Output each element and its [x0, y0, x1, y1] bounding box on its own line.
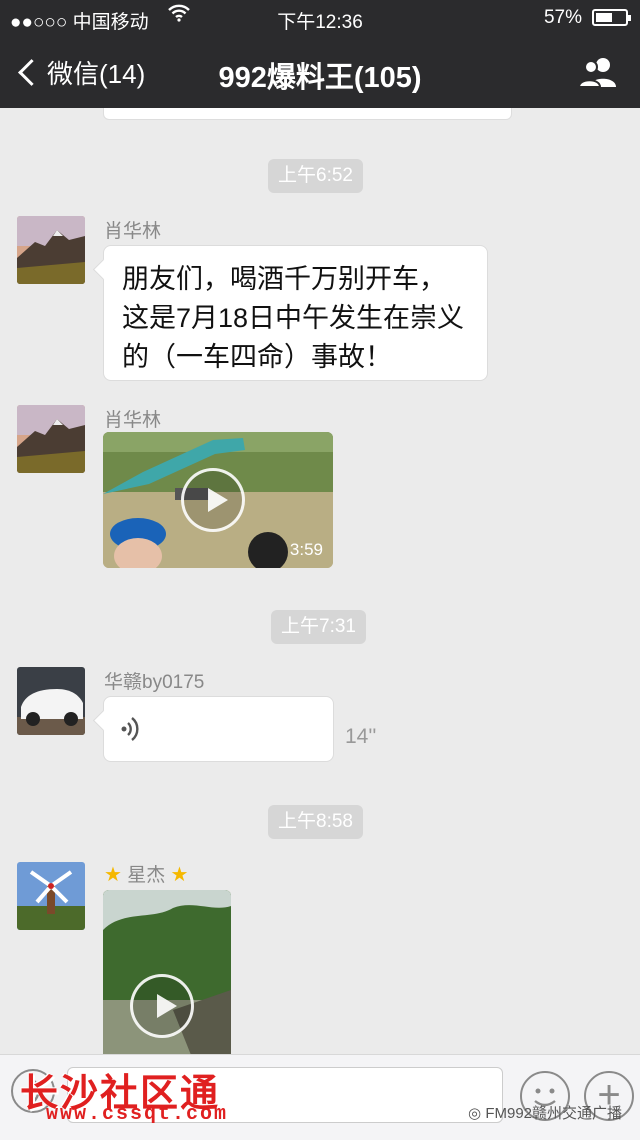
battery-percent: 57% — [543, 7, 582, 28]
star-emoji-icon: ★ — [170, 864, 189, 886]
chat-area[interactable]: 上午6:52 肖华林 朋友们，喝酒千万别开车， 这是7月18日中午发生在崇义 的… — [0, 108, 640, 1054]
watermark-source-text: FM992赣州交通广播 — [485, 1105, 622, 1122]
timestamp: 上午8:58 — [268, 805, 363, 839]
wechat-logo-icon: ◎ — [468, 1105, 482, 1122]
watermark-site-url: www.cssqt.com — [46, 1103, 229, 1126]
voice-wave-icon — [120, 715, 142, 748]
star-emoji-icon: ★ — [104, 864, 122, 886]
sender-name: 肖华林 — [104, 410, 162, 431]
video-duration: 3:59 — [289, 540, 323, 559]
message-line: 这是7月18日中午发生在崇义 — [122, 303, 465, 333]
avatar[interactable] — [17, 667, 85, 735]
voice-message-bubble[interactable] — [103, 696, 334, 762]
voice-length: 14'' — [345, 725, 377, 748]
video-message[interactable] — [103, 890, 231, 1054]
avatar[interactable] — [17, 862, 85, 930]
sender-name: 华赣by0175 — [104, 672, 205, 693]
avatar[interactable] — [17, 216, 85, 284]
play-icon[interactable] — [130, 974, 194, 1038]
play-icon[interactable] — [181, 468, 245, 532]
avatar[interactable] — [17, 405, 85, 473]
sender-name: ★ 星杰 ★ — [104, 860, 188, 887]
watermark-source: ◎ FM992赣州交通广播 — [468, 1102, 622, 1123]
group-members-icon[interactable] — [577, 56, 620, 88]
chat-title: 992爆料王(105) — [218, 62, 422, 94]
timestamp: 上午7:31 — [271, 610, 366, 644]
battery-icon — [592, 9, 631, 26]
sender-name-text: 星杰 — [127, 865, 166, 886]
nav-bar: 微信(14) 992爆料王(105) — [0, 36, 640, 108]
text-message-bubble[interactable]: 朋友们，喝酒千万别开车， 这是7月18日中午发生在崇义 的（一车四命）事故！ — [103, 245, 488, 381]
status-bar: ●●○○○ 中国移动 下午12:36 57% — [0, 0, 640, 36]
video-message[interactable]: 3:59 — [103, 432, 333, 568]
timestamp: 上午6:52 — [268, 159, 363, 193]
message-line: 的（一车四命）事故！ — [122, 342, 392, 372]
previous-message-bubble[interactable] — [103, 108, 512, 120]
message-line: 朋友们，喝酒千万别开车， — [122, 264, 446, 294]
sender-name: 肖华林 — [104, 221, 162, 242]
